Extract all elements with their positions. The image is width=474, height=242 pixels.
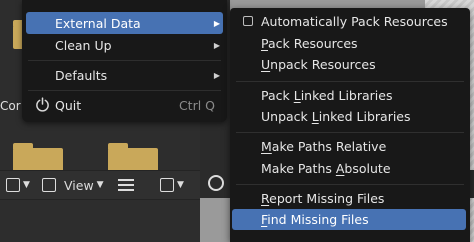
power-icon: [36, 97, 49, 112]
submenu-item-make-paths-relative[interactable]: Make Paths Relative: [232, 136, 466, 157]
menu-item-external-data[interactable]: External Data ▶: [26, 12, 223, 34]
chevron-down-icon: ▼: [96, 180, 104, 190]
folder-icon[interactable]: [108, 143, 158, 172]
menu-separator: [236, 132, 464, 133]
menu-item-label: Defaults: [55, 67, 108, 83]
display-mode-dropdown[interactable]: ▼: [6, 175, 30, 195]
submenu-item-pack-resources[interactable]: Pack Resources: [232, 33, 466, 54]
submenu-item-label: Report Missing Files: [261, 191, 385, 206]
view-menu[interactable]: View ▼: [42, 175, 104, 195]
submenu-item-find-missing-files[interactable]: Find Missing Files: [232, 209, 466, 230]
submenu-item-label: Make Paths Relative: [261, 139, 387, 154]
list-view-button[interactable]: [118, 175, 134, 195]
folder-icon[interactable]: [13, 143, 63, 172]
submenu-item-label: Pack Linked Libraries: [261, 88, 393, 103]
menu-separator: [236, 184, 464, 185]
file-browser-toolbar: ▼ View ▼ ▼: [0, 170, 200, 200]
chevron-down-icon: ▼: [23, 180, 30, 190]
menu-separator: [28, 90, 221, 91]
submenu-item-unpack-linked-libraries[interactable]: Unpack Linked Libraries: [232, 106, 466, 127]
menu-item-defaults[interactable]: Defaults ▶: [26, 64, 223, 86]
view-icon: [42, 178, 56, 192]
submenu-item-label: Find Missing Files: [261, 212, 369, 227]
view-menu-label: View: [64, 177, 94, 193]
submenu-item-pack-linked-libraries[interactable]: Pack Linked Libraries: [232, 85, 466, 106]
checkbox-icon[interactable]: [243, 16, 253, 26]
submenu-item-make-paths-absolute[interactable]: Make Paths Absolute: [232, 158, 466, 179]
submenu-item-label: Unpack Linked Libraries: [261, 109, 411, 124]
menu-item-clean-up[interactable]: Clean Up ▶: [26, 34, 223, 56]
menu-item-label: Clean Up: [55, 37, 112, 53]
submenu-item-label: Pack Resources: [261, 36, 358, 51]
thumbnail-icon: [6, 178, 20, 192]
submenu-arrow-icon: ▶: [213, 40, 220, 50]
file-menu: External Data ▶ Clean Up ▶ Defaults ▶ Qu…: [22, 0, 227, 122]
submenu-item-label: Automatically Pack Resources: [261, 14, 448, 29]
submenu-item-report-missing-files[interactable]: Report Missing Files: [232, 188, 466, 209]
submenu-arrow-icon: ▶: [213, 18, 220, 28]
submenu-item-label: Unpack Resources: [261, 57, 376, 72]
submenu-arrow-icon: ▶: [213, 70, 220, 80]
sort-dropdown[interactable]: ▼: [160, 175, 184, 195]
menu-item-quit[interactable]: Quit Ctrl Q: [26, 94, 223, 116]
hamburger-icon: [118, 179, 134, 191]
submenu-item-automatically-pack-resources[interactable]: Automatically Pack Resources: [232, 11, 466, 32]
sort-icon: [160, 178, 174, 192]
menu-separator: [236, 81, 464, 82]
menu-item-label: Quit: [55, 97, 82, 113]
external-data-submenu: Automatically Pack Resources Pack Resour…: [230, 8, 470, 242]
submenu-item-label: Make Paths Absolute: [261, 161, 391, 176]
chevron-down-icon: ▼: [177, 180, 184, 190]
viewport-shading-icon[interactable]: [208, 175, 224, 191]
file-name-label: Cor: [0, 99, 21, 113]
shortcut-label: Ctrl Q: [178, 97, 215, 113]
submenu-item-unpack-resources[interactable]: Unpack Resources: [232, 54, 466, 75]
menu-separator: [28, 60, 221, 61]
menu-item-label: External Data: [55, 15, 141, 31]
